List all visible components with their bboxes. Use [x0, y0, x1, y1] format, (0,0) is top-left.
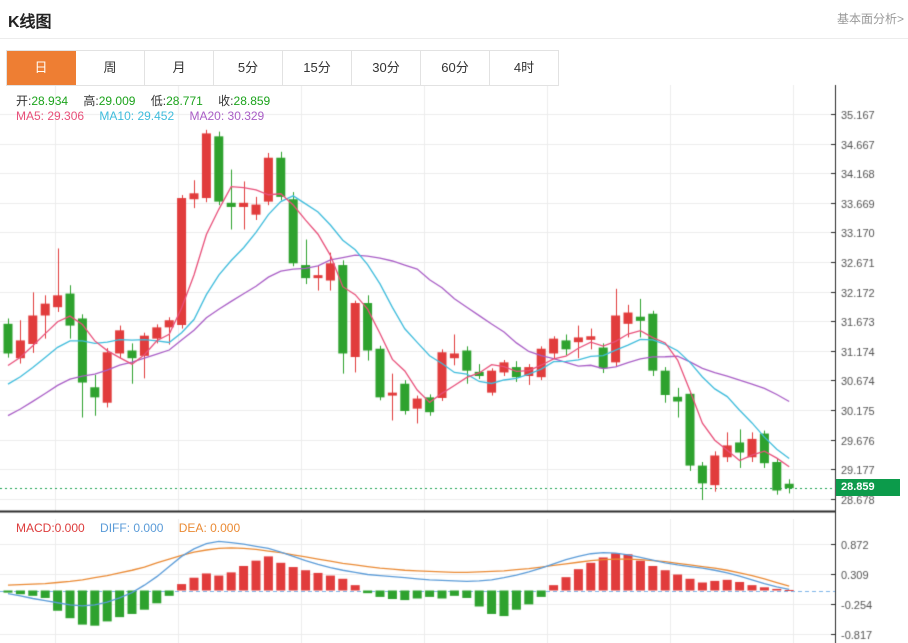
- tab-60min[interactable]: 60分: [421, 51, 490, 85]
- ma-legend: MA5: 29.306 MA10: 29.452 MA20: 30.329: [16, 109, 264, 123]
- diff-value-label: DIFF: 0.000: [100, 521, 163, 535]
- ma10-label: MA10: 29.452: [99, 109, 174, 123]
- ohlc-legend: 开:28.934 高:29.009 低:28.771 收:28.859: [16, 92, 270, 109]
- open-value: 28.934: [31, 94, 68, 108]
- close-value: 28.859: [234, 94, 271, 108]
- close-label: 收:: [218, 92, 233, 109]
- ma5-label: MA5: 29.306: [16, 109, 84, 123]
- macd-legend: MACD:0.000 DIFF: 0.000 DEA: 0.000: [16, 521, 240, 535]
- kline-page: K线图 基本面分析> 日周月5分15分30分60分4时 开:28.934 高:2…: [0, 0, 908, 643]
- open-label: 开:: [16, 92, 31, 109]
- current-price-badge: 28.859: [836, 479, 900, 496]
- tab-5min[interactable]: 5分: [214, 51, 283, 85]
- ma20-label: MA20: 30.329: [189, 109, 264, 123]
- low-value: 28.771: [166, 94, 203, 108]
- tab-4hour[interactable]: 4时: [490, 51, 559, 85]
- low-label: 低:: [151, 92, 166, 109]
- tab-day[interactable]: 日: [7, 51, 76, 85]
- fundamental-analysis-link[interactable]: 基本面分析>: [837, 10, 904, 27]
- high-value: 29.009: [99, 94, 136, 108]
- high-label: 高:: [83, 92, 98, 109]
- header-divider: [0, 38, 908, 39]
- page-title: K线图: [8, 8, 52, 32]
- tab-month[interactable]: 月: [145, 51, 214, 85]
- interval-tabbar: 日周月5分15分30分60分4时: [6, 50, 559, 86]
- tab-30min[interactable]: 30分: [352, 51, 421, 85]
- macd-value-label: MACD:0.000: [16, 521, 85, 535]
- tab-week[interactable]: 周: [76, 51, 145, 85]
- dea-value-label: DEA: 0.000: [179, 521, 240, 535]
- tab-15min[interactable]: 15分: [283, 51, 352, 85]
